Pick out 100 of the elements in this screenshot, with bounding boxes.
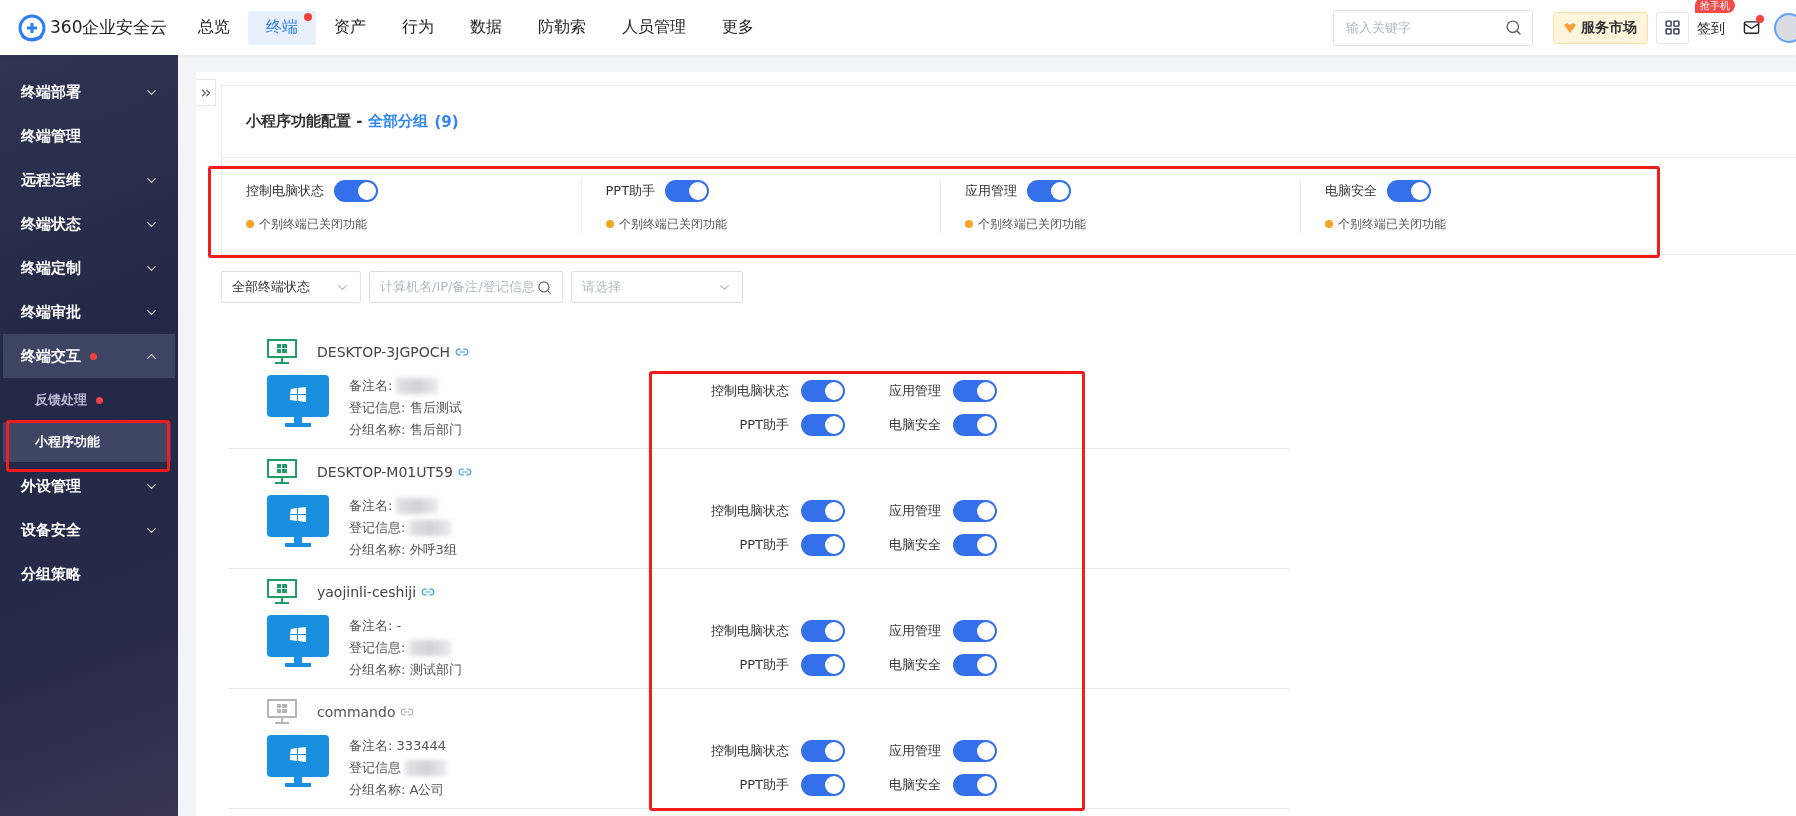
toggle-switch[interactable] — [953, 654, 997, 676]
windows-computer-icon — [267, 459, 297, 485]
feature-note: 个别终端已关闭功能 — [246, 215, 581, 233]
toggle-switch[interactable] — [953, 500, 997, 522]
sidebar-item[interactable]: 终端状态 — [3, 202, 175, 246]
feature-note: 个别终端已关闭功能 — [1324, 215, 1659, 233]
toggle-label: 电脑安全 — [888, 536, 941, 554]
toggle-switch[interactable] — [953, 534, 997, 556]
toggle-label: PPT助手 — [738, 416, 789, 434]
monitor-icon — [267, 735, 329, 789]
grid-icon — [1664, 19, 1681, 36]
monitor-icon — [267, 375, 329, 429]
toggle-switch[interactable] — [801, 500, 845, 522]
info-text: 登记信息: — [349, 637, 462, 659]
sidebar-item[interactable]: 远程运维 — [3, 158, 175, 202]
info-text: 登记信息 — [349, 757, 447, 779]
toggle-switch[interactable] — [953, 414, 997, 436]
sidebar-item[interactable]: 分组策略 — [3, 552, 175, 596]
sidebar-subitem[interactable]: 反馈处理 — [3, 380, 171, 420]
nav-tab[interactable]: 数据 — [452, 10, 520, 45]
group-text: 分组名称: 售后部门 — [349, 421, 462, 439]
toggle-switch[interactable] — [801, 774, 845, 796]
device-name[interactable]: DESKTOP-M01UT59 — [317, 464, 472, 480]
search-field[interactable]: 输入关键字 — [1333, 9, 1533, 46]
toggle-label: 应用管理 — [888, 502, 941, 520]
toggle-label: PPT助手 — [738, 776, 789, 794]
avatar[interactable] — [1774, 12, 1796, 43]
toggle-label: 控制电脑状态 — [710, 742, 789, 760]
toggle-switch[interactable] — [665, 179, 710, 202]
nav-tab[interactable]: 终端 — [248, 10, 316, 45]
search-icon — [537, 279, 552, 295]
sidebar-item[interactable]: 终端审批 — [3, 290, 175, 334]
toggle-switch[interactable] — [1027, 179, 1071, 202]
info-text: 登记信息: 售后测试 — [349, 399, 462, 417]
status-select[interactable]: 全部终端状态 — [221, 271, 361, 303]
sidebar-item[interactable]: 终端管理 — [3, 114, 175, 158]
sidebar-item[interactable]: 终端定制 — [3, 246, 175, 290]
device-name[interactable]: commando — [317, 704, 415, 720]
link-icon — [400, 705, 415, 719]
toggle-switch[interactable] — [953, 380, 997, 402]
sidebar-item[interactable]: 终端部署 — [3, 70, 175, 114]
link-icon — [421, 585, 436, 599]
expand-button[interactable] — [196, 79, 216, 106]
nav-tab[interactable]: 防勒索 — [520, 10, 604, 45]
windows-computer-icon — [267, 579, 297, 605]
toggle-switch[interactable] — [1386, 179, 1431, 202]
monitor-icon — [267, 615, 329, 669]
monitor-icon — [267, 495, 329, 549]
toggle-switch[interactable] — [334, 179, 378, 202]
sidebar-item[interactable]: 终端交互 — [3, 334, 175, 378]
toggle-label: 控制电脑状态 — [710, 382, 789, 400]
group-name: 全部分组 — [368, 112, 429, 131]
apps-button[interactable] — [1656, 11, 1689, 44]
link-icon — [457, 465, 472, 479]
feature-label: PPT助手 — [605, 181, 656, 200]
windows-computer-icon — [267, 339, 297, 365]
checkin-link[interactable]: 签到 — [1697, 19, 1725, 36]
group-text: 分组名称: 外呼3组 — [349, 541, 457, 559]
toggle-switch[interactable] — [801, 620, 845, 642]
feature-note: 个别终端已关闭功能 — [605, 215, 940, 233]
feature-note: 个别终端已关闭功能 — [965, 215, 1300, 233]
toggle-switch[interactable] — [953, 740, 997, 762]
sidebar-subitem[interactable]: 小程序功能 — [3, 422, 171, 462]
toggle-label: 应用管理 — [888, 382, 941, 400]
remark-text: 备注名: — [349, 375, 462, 397]
toggle-label: PPT助手 — [738, 656, 789, 674]
group-text: 分组名称: A公司 — [349, 781, 446, 799]
nav-tab[interactable]: 总览 — [180, 10, 248, 45]
toggle-switch[interactable] — [801, 380, 845, 402]
nav-tab[interactable]: 行为 — [384, 10, 452, 45]
search-icon — [1505, 19, 1522, 36]
feature-label: 控制电脑状态 — [246, 181, 324, 200]
toggle-label: PPT助手 — [738, 536, 789, 554]
mail-icon[interactable] — [1743, 19, 1760, 36]
remark-text: 备注名: — [349, 495, 457, 517]
group-count: (9) — [434, 112, 459, 131]
device-name[interactable]: yaojinli-ceshiji — [317, 584, 436, 600]
windows-computer-icon — [267, 699, 297, 725]
toggle-label: 电脑安全 — [888, 656, 941, 674]
toggle-label: 电脑安全 — [888, 416, 941, 434]
toggle-switch[interactable] — [953, 620, 997, 642]
market-button[interactable]: 服务市场 — [1553, 11, 1648, 44]
device-name[interactable]: DESKTOP-3JGPOCH — [317, 344, 469, 360]
toggle-label: 控制电脑状态 — [710, 502, 789, 520]
toggle-switch[interactable] — [801, 534, 845, 556]
page-title: 小程序功能配置 - — [246, 112, 363, 131]
logo-icon — [18, 13, 46, 42]
feature-label: 电脑安全 — [1324, 181, 1377, 200]
sidebar-item[interactable]: 外设管理 — [3, 464, 175, 508]
toggle-switch[interactable] — [953, 774, 997, 796]
remark-text: 备注名: - — [349, 617, 403, 635]
toggle-switch[interactable] — [801, 740, 845, 762]
nav-tab[interactable]: 人员管理 — [604, 10, 704, 45]
nav-tab[interactable]: 更多 — [704, 10, 772, 45]
nav-tab[interactable]: 资产 — [316, 10, 384, 45]
remark-text: 备注名: 333444 — [349, 737, 447, 755]
toggle-switch[interactable] — [801, 414, 845, 436]
promo-badge: 抢手机 — [1695, 0, 1735, 13]
sidebar-item[interactable]: 设备安全 — [3, 508, 175, 552]
toggle-switch[interactable] — [801, 654, 845, 676]
